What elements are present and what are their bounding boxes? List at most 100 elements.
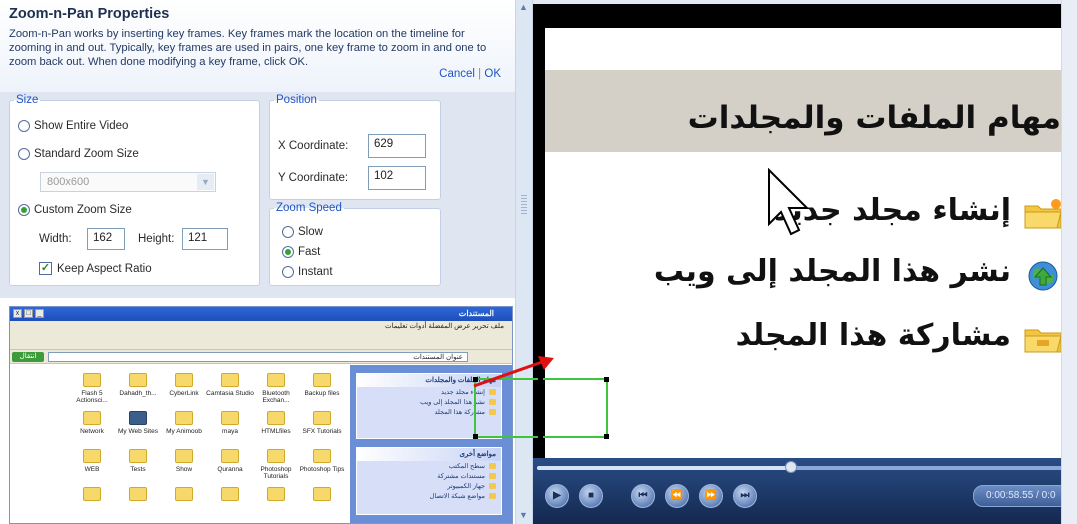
previous-button[interactable]: ⏮ xyxy=(631,484,655,508)
keep-aspect-ratio-checkbox[interactable]: ✓ xyxy=(39,262,52,275)
seek-bar[interactable] xyxy=(537,461,1067,473)
resize-handle[interactable] xyxy=(604,434,609,439)
thumbnail-file-item: Backup files xyxy=(298,373,346,397)
thumbnail-place-item: مستندات مشتركة xyxy=(357,471,501,481)
folder-icon xyxy=(313,411,331,425)
thumbnail-file-item xyxy=(206,487,254,504)
panel-title: Zoom-n-Pan Properties xyxy=(9,6,170,22)
minimize-icon: _ xyxy=(35,309,44,318)
thumbnail-places-header: مواضع أخرى xyxy=(357,448,501,461)
thumbnail-menu-text: ملف تحرير عرض المفضلة أدوات تعليمات xyxy=(385,323,504,330)
vertical-scrollbar[interactable] xyxy=(1061,0,1077,524)
folder-icon xyxy=(175,487,193,501)
thumbnail-file-label: maya xyxy=(222,428,238,435)
thumbnail-file-label: My Web Sites xyxy=(118,428,158,435)
red-arrow-icon xyxy=(473,356,554,388)
thumbnail-file-item xyxy=(298,487,346,504)
folder-icon xyxy=(175,411,193,425)
thumbnail-file-label: CyberLink xyxy=(169,390,199,397)
thumbnail-file-label: Flash 5 Actionsci... xyxy=(76,390,108,404)
folder-icon xyxy=(313,373,331,387)
show-entire-video-label: Show Entire Video xyxy=(34,120,129,132)
thumbnail-file-grid: Flash 5 Actionsci... Dahadh_th... CyberLin… xyxy=(10,365,350,523)
properties-area: Size Show Entire Video Standard Zoom Siz… xyxy=(0,92,515,298)
thumbnail-menubar: ملف تحرير عرض المفضلة أدوات تعليمات xyxy=(10,321,512,333)
chevron-down-icon[interactable]: ▼ xyxy=(519,510,528,520)
thumbnail-file-label: Bluetooth Exchan... xyxy=(262,390,290,404)
ok-link[interactable]: OK xyxy=(484,68,501,80)
thumbnail-file-item: Photoshop Tips xyxy=(298,449,346,473)
seek-bar-fill xyxy=(537,466,792,470)
folder-icon xyxy=(129,411,147,425)
zoom-thumbnail-canvas[interactable]: x □ _ المستندات ملف تحرير عرض المفضلة أد… xyxy=(9,306,513,524)
stop-button[interactable]: ■ xyxy=(579,484,603,508)
slow-radio[interactable] xyxy=(282,226,294,238)
rewind-button[interactable]: ⏪ xyxy=(665,484,689,508)
thumbnail-place-item: جهاز الكمبيوتر xyxy=(357,481,501,491)
thumbnail-file-item: HTMLfiles xyxy=(252,411,300,435)
header-links: Cancel | OK xyxy=(439,68,501,80)
seek-knob[interactable] xyxy=(785,461,798,473)
standard-zoom-size-option[interactable]: Standard Zoom Size xyxy=(18,148,139,160)
play-button[interactable]: ▶ xyxy=(545,484,569,508)
y-coordinate-label: Y Coordinate: xyxy=(278,172,349,184)
standard-size-select[interactable]: 800x600 ▼ xyxy=(40,172,216,192)
video-preview: مهام الملفات والمجلدات إنشاء مجلد جديد ن… xyxy=(533,0,1077,524)
keep-aspect-ratio-option[interactable]: ✓ Keep Aspect Ratio xyxy=(39,262,152,275)
resize-handle[interactable] xyxy=(538,434,543,439)
show-entire-video-option[interactable]: Show Entire Video xyxy=(18,120,128,132)
thumbnail-file-item: Show xyxy=(160,449,208,473)
x-coordinate-field[interactable]: 629 xyxy=(368,134,426,158)
thumbnail-file-item: CyberLink xyxy=(160,373,208,397)
slow-option[interactable]: Slow xyxy=(282,226,323,238)
next-button[interactable]: ⏭ xyxy=(733,484,757,508)
fast-forward-button[interactable]: ⏩ xyxy=(699,484,723,508)
zoom-speed-group: Zoom Speed Slow Fast Instant xyxy=(269,202,441,286)
thumbnail-file-label: Quranna xyxy=(217,466,243,473)
preview-task-item: مشاركة هذا المجلد xyxy=(735,318,1011,353)
fast-radio[interactable] xyxy=(282,246,294,258)
folder-icon xyxy=(175,373,193,387)
instant-option[interactable]: Instant xyxy=(282,266,333,278)
custom-zoom-size-radio[interactable] xyxy=(18,204,30,216)
folder-icon xyxy=(175,449,193,463)
thumbnail-place-item: سطح المكتب xyxy=(357,461,501,471)
folder-icon xyxy=(267,373,285,387)
thumbnail-file-item xyxy=(160,487,208,504)
splitter-grip[interactable] xyxy=(521,195,527,215)
width-field[interactable]: 162 xyxy=(87,228,125,250)
cancel-link[interactable]: Cancel xyxy=(439,68,475,80)
close-icon: x xyxy=(13,309,22,318)
y-coordinate-field[interactable]: 102 xyxy=(368,166,426,190)
chevron-up-icon[interactable]: ▲ xyxy=(519,2,528,12)
properties-header: Zoom-n-Pan Properties Zoom-n-Pan works b… xyxy=(0,0,515,92)
show-entire-video-radio[interactable] xyxy=(18,120,30,132)
thumbnail-file-label: Network xyxy=(80,428,104,435)
thumbnail-file-item: My Web Sites xyxy=(114,411,162,435)
standard-zoom-size-radio[interactable] xyxy=(18,148,30,160)
height-field[interactable]: 121 xyxy=(182,228,228,250)
player-controls: ▶ ■ ⏮ ⏪ ⏩ ⏭ 0:00:58.55 / 0:0 xyxy=(533,458,1077,524)
size-legend: Size xyxy=(16,94,39,106)
instant-radio[interactable] xyxy=(282,266,294,278)
folder-icon xyxy=(129,373,147,387)
custom-zoom-size-option[interactable]: Custom Zoom Size xyxy=(18,204,132,216)
folder-icon xyxy=(267,487,285,501)
resize-handle[interactable] xyxy=(604,377,609,382)
thumbnail-place-item: مواضع شبكة الاتصال xyxy=(357,491,501,501)
folder-icon xyxy=(221,449,239,463)
chevron-down-icon[interactable]: ▼ xyxy=(197,174,214,190)
thumbnail-window-titlebar: x □ _ المستندات xyxy=(10,307,512,321)
panel-splitter[interactable]: ▲ ▼ xyxy=(515,0,533,524)
panel-description: Zoom-n-Pan works by inserting key frames… xyxy=(9,28,487,68)
share-folder-icon xyxy=(1024,329,1062,353)
fast-option[interactable]: Fast xyxy=(282,246,320,258)
thumbnail-file-item: Flash 5 Actionsci... xyxy=(68,373,116,404)
thumbnail-file-label: Backup files xyxy=(304,390,340,397)
thumbnail-file-label: Tests xyxy=(130,466,146,473)
thumbnail-toolbar xyxy=(10,333,512,350)
thumbnail-file-label: Show xyxy=(175,466,193,473)
thumbnail-file-label: Camtasia Studio xyxy=(206,390,254,397)
standard-zoom-size-label: Standard Zoom Size xyxy=(34,148,139,160)
resize-handle[interactable] xyxy=(473,434,478,439)
